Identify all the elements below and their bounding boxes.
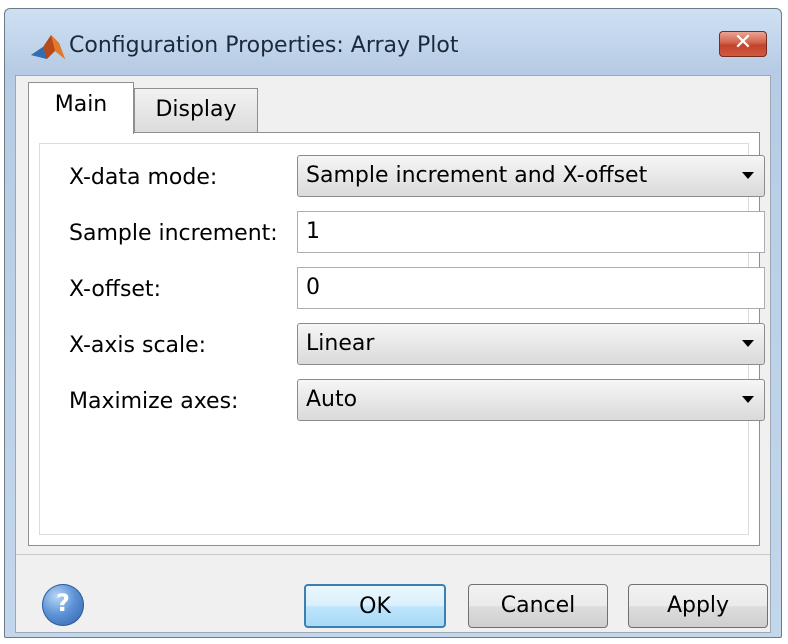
xaxis-scale-value: Linear <box>306 331 375 356</box>
close-button[interactable]: ✕ <box>719 30 767 57</box>
dialog-window: Configuration Properties: Array Plot ✕ M… <box>4 8 782 638</box>
maximize-axes-value: Auto <box>306 387 358 412</box>
xaxis-scale-dropdown[interactable]: Linear <box>297 323 765 365</box>
footer-divider <box>16 554 770 555</box>
sample-increment-label: Sample increment: <box>69 221 278 246</box>
dialog-client: Main Display X-data mode: Sample increme… <box>15 75 771 633</box>
chevron-down-icon <box>742 340 754 347</box>
help-glyph: ? <box>56 589 70 617</box>
xdata-mode-label: X-data mode: <box>69 165 218 190</box>
xaxis-scale-label: X-axis scale: <box>69 333 207 358</box>
tab-main[interactable]: Main <box>28 82 134 134</box>
maximize-axes-label: Maximize axes: <box>69 389 239 414</box>
tab-display[interactable]: Display <box>134 88 258 132</box>
close-icon: ✕ <box>733 30 753 55</box>
chevron-down-icon <box>742 396 754 403</box>
ok-button[interactable]: OK <box>304 584 446 628</box>
help-icon[interactable]: ? <box>42 584 84 626</box>
xdata-mode-value: Sample increment and X-offset <box>306 163 648 188</box>
x-offset-label: X-offset: <box>69 277 161 302</box>
maximize-axes-dropdown[interactable]: Auto <box>297 379 765 421</box>
sample-increment-input[interactable]: 1 <box>297 211 765 253</box>
matlab-icon <box>31 35 65 59</box>
window-title: Configuration Properties: Array Plot <box>69 33 459 58</box>
main-panel: X-data mode: Sample increment and X-offs… <box>28 132 765 546</box>
title-bar[interactable]: Configuration Properties: Array Plot ✕ <box>5 9 781 73</box>
x-offset-input[interactable]: 0 <box>297 267 765 309</box>
xdata-mode-dropdown[interactable]: Sample increment and X-offset <box>297 155 765 197</box>
cancel-button[interactable]: Cancel <box>468 584 608 628</box>
apply-button[interactable]: Apply <box>628 584 768 628</box>
chevron-down-icon <box>742 172 754 179</box>
